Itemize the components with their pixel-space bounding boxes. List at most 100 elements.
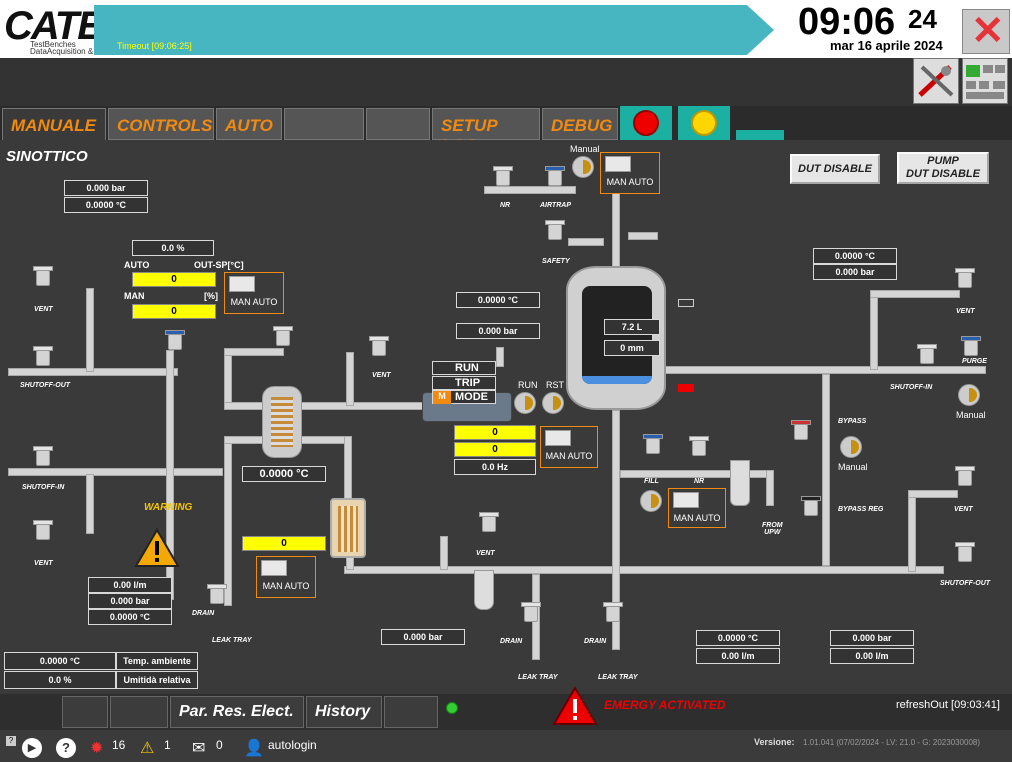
man-pct-input[interactable]: 0: [132, 304, 216, 319]
tab-history[interactable]: History: [306, 696, 382, 728]
valve-vent-right-top[interactable]: [952, 268, 978, 290]
valve-percent: 0.0 %: [132, 240, 214, 256]
valve-purge[interactable]: [958, 336, 984, 358]
alarm-bell-icon[interactable]: ✹: [90, 738, 103, 758]
pump-run-knob[interactable]: [514, 392, 536, 414]
user-icon[interactable]: 👤: [244, 738, 264, 758]
out-sp-input[interactable]: 0: [132, 272, 216, 287]
airtrap-label: AIRTRAP: [540, 202, 571, 209]
airtrap-man-auto-switch[interactable]: MAN AUTO: [600, 152, 660, 194]
pump-man-auto-switch[interactable]: MAN AUTO: [540, 426, 598, 468]
valve-vent-1[interactable]: [30, 266, 56, 288]
yellow-lamp-button[interactable]: [678, 106, 730, 140]
top-left-bar: 0.000 bar: [64, 180, 148, 196]
valve-drain-mid[interactable]: [518, 602, 544, 624]
tools-icon: [918, 65, 954, 97]
tank-temp: 0.0000 °C: [456, 292, 540, 308]
fill-knob[interactable]: [640, 490, 662, 512]
valve-regulating-blue[interactable]: [162, 330, 188, 352]
teal-indicator: [736, 130, 784, 140]
tab-par-res-elect[interactable]: Par. Res. Elect.: [170, 696, 304, 728]
top-left-temp: 0.0000 °C: [64, 197, 148, 213]
tab-manuale[interactable]: MANUALE: [2, 108, 106, 140]
fill-man-auto-switch[interactable]: MAN AUTO: [668, 488, 726, 528]
synoptic-panel: SINOTTICO DUT DISABLE PUMP DUT DISABLE 7…: [0, 140, 1012, 694]
valve-safety[interactable]: [542, 220, 568, 242]
valve-bypass[interactable]: [788, 420, 814, 442]
bypass-manual-label: Manual: [838, 462, 868, 472]
help-icon[interactable]: ?: [56, 738, 76, 758]
bypass-manual-knob[interactable]: [840, 436, 862, 458]
tab-debug[interactable]: DEBUG: [542, 108, 618, 140]
valve-vent-4[interactable]: [366, 336, 392, 358]
warning-small-icon[interactable]: ⚠: [140, 738, 154, 758]
user-name: autologin: [268, 738, 317, 752]
valve-shutoff-in-right[interactable]: [914, 344, 940, 366]
manual-knob-top[interactable]: [572, 156, 594, 178]
help-small-icon[interactable]: ?: [6, 736, 16, 746]
tank-mm-readout: 0 mm: [604, 340, 660, 356]
valve-shutoff-out-left[interactable]: [30, 346, 56, 368]
valve-drain-left[interactable]: [204, 584, 230, 606]
valve-drain-right[interactable]: [600, 602, 626, 624]
tools-button[interactable]: [913, 58, 959, 104]
valve-shutoff-in-left[interactable]: [30, 446, 56, 468]
run-label: RUN: [518, 380, 538, 390]
pump-setpoint-1[interactable]: 0: [454, 425, 536, 440]
valve-vent-3[interactable]: [270, 326, 296, 348]
humidity: 0.0 %: [4, 671, 116, 689]
humidity-label: Umitidà relativa: [116, 671, 198, 689]
timeout-text: Timeout [09:06:25]: [117, 41, 192, 51]
purge-manual-knob[interactable]: [958, 384, 980, 406]
alarm-count: 16: [112, 738, 126, 752]
pump-rst-knob[interactable]: [542, 392, 564, 414]
pump-setpoint-2[interactable]: 0: [454, 442, 536, 457]
heater-setpoint[interactable]: 0: [242, 536, 326, 551]
grid-layout-button[interactable]: [962, 58, 1008, 104]
valve-vent-2[interactable]: [30, 520, 56, 542]
bottom-tab-empty-1[interactable]: [62, 696, 108, 728]
valve-airtrap[interactable]: [542, 166, 568, 188]
red-lamp-icon: [633, 110, 659, 136]
pipe: [344, 566, 944, 574]
valve-bypass-reg[interactable]: [798, 496, 824, 518]
heater-man-auto-switch[interactable]: MAN AUTO: [256, 556, 316, 598]
valve-man-auto-switch[interactable]: MAN AUTO: [224, 272, 284, 314]
valve-nr-top[interactable]: [490, 166, 516, 188]
valve-fill[interactable]: [640, 434, 666, 456]
valve-shutoff-out-right[interactable]: [952, 542, 978, 564]
vent-label-right-bottom: VENT: [954, 506, 973, 513]
valve-vent-right-bottom[interactable]: [952, 466, 978, 488]
filter-housing: [730, 460, 750, 506]
pump-dut-disable-button[interactable]: PUMP DUT DISABLE: [897, 152, 989, 184]
clock-seconds: 24: [908, 4, 937, 34]
safety-label: SAFETY: [542, 258, 570, 265]
close-button[interactable]: ✕: [962, 9, 1010, 54]
mid-pressure: 0.000 bar: [381, 629, 465, 645]
status-led-icon: [446, 702, 458, 714]
left-flow: 0.00 l/m: [88, 577, 172, 593]
status-banner: [94, 5, 774, 55]
red-lamp-button[interactable]: [620, 106, 672, 140]
tab-setup-log[interactable]: SETUP LOG: [432, 108, 540, 155]
tab-auto[interactable]: AUTO: [216, 108, 282, 140]
pipe: [344, 436, 352, 500]
valve-vent-mid[interactable]: [476, 512, 502, 534]
tank-window: [582, 286, 652, 384]
mail-icon[interactable]: ✉: [192, 738, 205, 758]
tab-disabled-2[interactable]: [366, 108, 430, 140]
bypass-reg-label: BYPASS REG: [838, 506, 884, 513]
dut-disable-button[interactable]: DUT DISABLE: [790, 154, 880, 184]
pipe: [628, 232, 658, 240]
bottom-tab-empty-3[interactable]: [384, 696, 438, 728]
vent-label-2: VENT: [34, 560, 53, 567]
play-icon[interactable]: ▶: [22, 738, 42, 758]
tab-bar: MANUALE CONTROLS AUTO SETUP LOG DEBUG: [0, 106, 1012, 155]
manual-label-top: Manual: [570, 144, 600, 154]
valve-nr-mid[interactable]: [686, 436, 712, 458]
bottom-tab-empty-2[interactable]: [110, 696, 168, 728]
tab-controls[interactable]: CONTROLS: [108, 108, 214, 140]
pipe: [568, 238, 604, 246]
pipe: [766, 470, 774, 506]
tab-disabled-1[interactable]: [284, 108, 364, 140]
